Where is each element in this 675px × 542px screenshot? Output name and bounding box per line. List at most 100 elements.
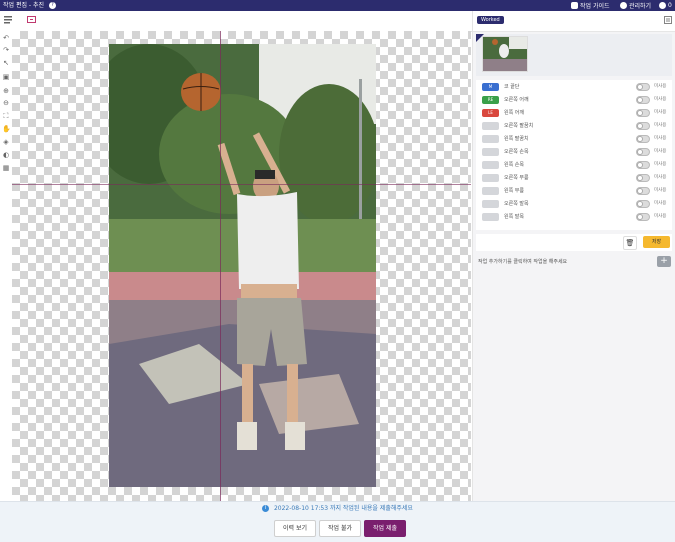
toggle-label: 미사용 [654,201,667,206]
bell-icon [659,2,666,9]
toggle-label: 미사용 [654,110,667,115]
unable-button[interactable]: 작업 불가 [319,520,361,537]
submit-button[interactable]: 작업 제출 [364,520,406,537]
keypoint-chip[interactable]: M [482,83,499,91]
guide-line-horizontal[interactable] [12,184,471,185]
submit-label: 작업 제출 [373,525,397,532]
redo-icon[interactable]: ↷ [2,46,10,54]
photo-basketball-player [109,44,376,487]
keypoint-chip[interactable] [482,161,499,169]
top-bar: 작업 편집 - 추진 ? 작업 가이드 관리하기 0 [0,0,675,11]
keypoint-chip[interactable] [482,200,499,208]
status-badge[interactable]: Worked [477,16,504,24]
keypoint-name: 오른쪽 무릎 [504,175,529,181]
keypoint-row: 오른쪽 무릎 미사용 [476,172,672,185]
deadline-text: 2022-08-10 17:53 까지 작업된 내용을 제출해주세요 [273,505,413,512]
image-icon[interactable]: ▣ [2,73,10,81]
undo-icon[interactable]: ↶ [2,34,10,42]
keypoint-name: 왼쪽 손목 [504,162,524,168]
fill-icon[interactable]: ◈ [2,138,10,146]
help-icon[interactable]: ? [48,2,56,9]
keypoint-chip[interactable] [482,135,499,143]
keypoint-name: 왼쪽 무릎 [504,188,524,194]
keypoint-toggle[interactable] [636,109,650,117]
toggle-label: 미사용 [654,149,667,154]
add-task-row: 작업 추가하기를 클릭하여 작업을 해주세요 + [476,256,672,268]
keypoint-toggle[interactable] [636,148,650,156]
notifications[interactable]: 0 [659,0,672,11]
keypoint-row: 오른쪽 팔꿈치 미사용 [476,120,672,133]
grid-icon[interactable]: ▦ [2,164,10,172]
page-title: 작업 편집 - 추진 [3,2,45,9]
keypoint-name: 왼쪽 팔꿈치 [504,136,529,142]
profile-label: 관리하기 [629,3,652,10]
toggle-label: 미사용 [654,175,667,180]
keypoint-toggle[interactable] [636,213,650,221]
guide-line-vertical[interactable] [220,31,221,501]
keypoint-chip[interactable] [482,122,499,130]
document-icon [571,2,578,9]
keypoint-toggle[interactable] [636,122,650,130]
toggle-label: 미사용 [654,162,667,167]
guide-link[interactable]: 작업 가이드 [571,0,610,11]
image-canvas[interactable] [12,31,471,501]
select-icon[interactable]: ↖ [2,59,10,67]
keypoint-row: 오른쪽 손목 미사용 [476,146,672,159]
layers-icon[interactable] [3,14,14,25]
keypoint-chip[interactable] [482,213,499,221]
save-button[interactable]: 저장 [643,236,670,248]
keypoint-chip[interactable] [482,174,499,182]
keypoint-name: 오른쪽 손목 [504,149,529,155]
history-button[interactable]: 이력 보기 [274,520,316,537]
keypoint-toggle[interactable] [636,83,650,91]
keypoint-toggle[interactable] [636,96,650,104]
keypoint-row: 오른쪽 발목 미사용 [476,198,672,211]
notification-count: 0 [668,2,672,9]
keypoint-row: LE 왼쪽 어깨 미사용 [476,107,672,120]
keypoint-toggle[interactable] [636,135,650,143]
keypoint-list: M 코 끝단 미사용 RE 오른쪽 어깨 미사용 LE 왼쪽 어깨 미사용 오른… [476,80,672,230]
zoom-in-icon[interactable]: ⊕ [2,87,10,95]
add-task-hint: 작업 추가하기를 클릭하여 작업을 해주세요 [478,259,568,265]
guide-label: 작업 가이드 [580,3,610,10]
keypoint-chip[interactable]: RE [482,96,499,104]
toggle-label: 미사용 [654,97,667,102]
bottom-status-bar: i 2022-08-10 17:53 까지 작업된 내용을 제출해주세요 이력 … [0,501,675,542]
keypoint-chip[interactable] [482,187,499,195]
keypoint-row: 왼쪽 발목 미사용 [476,211,672,224]
panel-actions: 🗑 저장 [476,234,672,251]
keypoint-chip[interactable]: LE [482,109,499,117]
profile-menu[interactable]: 관리하기 [620,0,651,11]
toggle-label: 미사용 [654,84,667,89]
deadline-message: i 2022-08-10 17:53 까지 작업된 내용을 제출해주세요 [0,505,675,513]
keypoint-toggle[interactable] [636,161,650,169]
trash-icon[interactable]: 🗑 [623,236,637,250]
toggle-label: 미사용 [654,188,667,193]
keypoint-chip[interactable] [482,148,499,156]
keypoint-toggle[interactable] [636,187,650,195]
keypoint-toggle[interactable] [636,200,650,208]
keypoint-toggle[interactable] [636,174,650,182]
menu-icon[interactable] [664,16,672,24]
user-icon [620,2,627,9]
toggle-label: 미사용 [654,136,667,141]
image-thumbnail[interactable] [482,36,528,72]
page-title-wrap: 작업 편집 - 추진 ? [3,1,56,10]
toggle-label: 미사용 [654,214,667,219]
zoom-out-icon[interactable]: ⊖ [2,99,10,107]
info-icon: i [262,505,270,512]
mask-icon[interactable]: ◐ [2,151,10,159]
fit-icon[interactable]: ⛶ [2,112,10,120]
keypoint-row: RE 오른쪽 어깨 미사용 [476,94,672,107]
add-task-button[interactable]: + [657,256,671,267]
toggle-label: 미사용 [654,123,667,128]
keypoint-row: 왼쪽 무릎 미사용 [476,185,672,198]
keypoint-name: 왼쪽 어깨 [504,110,524,116]
hand-icon[interactable]: ✋ [2,125,11,133]
keypoint-name: 오른쪽 발목 [504,201,529,207]
keypoint-name: 오른쪽 어깨 [504,97,529,103]
history-label: 이력 보기 [283,525,307,532]
crop-icon[interactable] [26,14,37,25]
editor-toolbar [0,11,472,32]
keypoint-row: 왼쪽 손목 미사용 [476,159,672,172]
